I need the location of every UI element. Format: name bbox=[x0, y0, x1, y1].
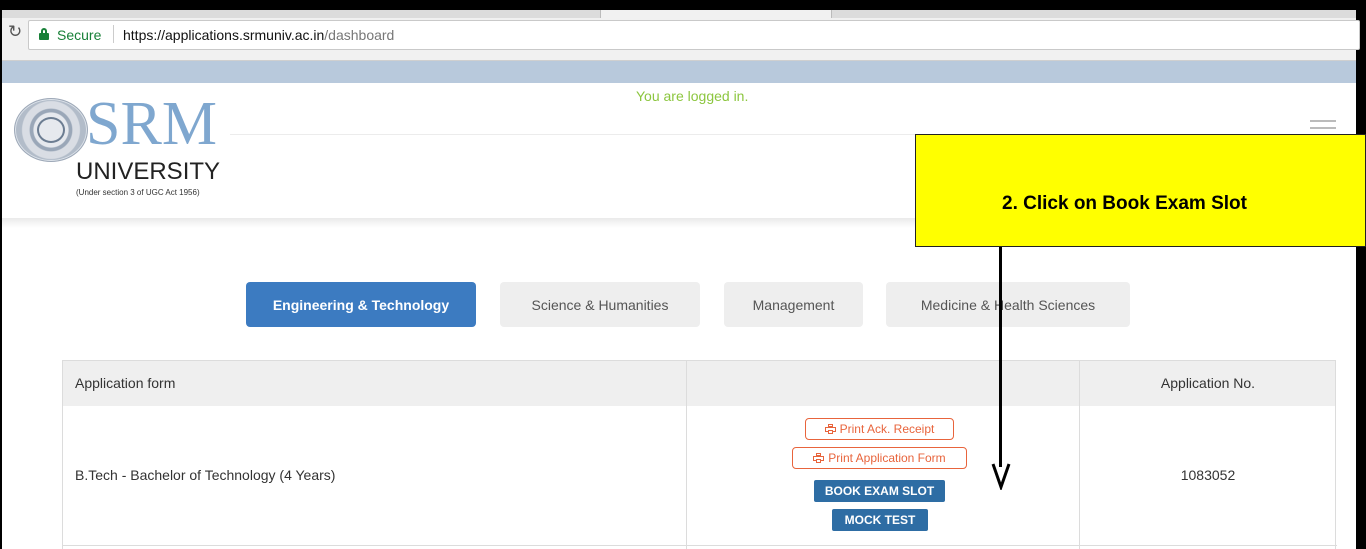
application-number: 1083052 bbox=[1180, 467, 1236, 483]
logo-subtitle: (Under section 3 of UGC Act 1956) bbox=[76, 188, 200, 197]
tab-medicine-health-sciences[interactable]: Medicine & Health Sciences bbox=[886, 282, 1130, 327]
print-ack-receipt-button[interactable]: Print Ack. Receipt bbox=[805, 418, 954, 440]
secure-label: Secure bbox=[57, 27, 102, 43]
tab-strip bbox=[2, 10, 1356, 18]
instruction-callout: 2. Click on Book Exam Slot bbox=[915, 134, 1366, 247]
active-tab[interactable] bbox=[600, 10, 832, 18]
reload-icon[interactable]: ↻ bbox=[8, 22, 22, 42]
book-exam-slot-button[interactable]: BOOK EXAM SLOT bbox=[814, 480, 945, 502]
url-path: /dashboard bbox=[324, 27, 395, 43]
course-name: B.Tech - Bachelor of Technology (4 Years… bbox=[75, 467, 336, 483]
tab-science-humanities[interactable]: Science & Humanities bbox=[500, 282, 700, 327]
annotation-arrow-line bbox=[999, 247, 1002, 467]
logo-university-text: UNIVERSITY bbox=[76, 158, 221, 185]
table-header: Application form Application No. bbox=[62, 360, 1336, 408]
screenshot-frame-right bbox=[1356, 10, 1366, 549]
address-bar[interactable]: Secure https://applications.srmuniv.ac.i… bbox=[28, 20, 1360, 50]
printer-icon bbox=[824, 424, 836, 434]
lock-icon bbox=[39, 28, 49, 40]
tab-management[interactable]: Management bbox=[724, 282, 863, 327]
column-header-application-form: Application form bbox=[75, 375, 176, 391]
logo-srm-text: SRM bbox=[86, 90, 217, 158]
print-application-form-label: Print Application Form bbox=[828, 451, 946, 465]
printer-icon bbox=[813, 453, 825, 463]
column-header-application-no: Application No. bbox=[1160, 375, 1256, 391]
university-seal-logo bbox=[14, 98, 88, 162]
tab-engineering-technology[interactable]: Engineering & Technology bbox=[246, 282, 476, 327]
url-separator bbox=[113, 25, 114, 43]
browser-toolbar: ↻ Secure https://applications.srmuniv.ac… bbox=[2, 10, 1360, 61]
login-status-message: You are logged in. bbox=[636, 88, 749, 104]
table-row: B.Tech - Bachelor of Technology (4 Years… bbox=[62, 406, 1337, 549]
print-application-form-button[interactable]: Print Application Form bbox=[792, 447, 967, 469]
url-host: https://applications.srmuniv.ac.in bbox=[123, 27, 325, 43]
print-ack-receipt-label: Print Ack. Receipt bbox=[839, 422, 935, 436]
url-text[interactable]: https://applications.srmuniv.ac.in/dashb… bbox=[123, 27, 394, 43]
arrow-down-icon bbox=[991, 463, 1011, 490]
mock-test-button[interactable]: MOCK TEST bbox=[832, 509, 928, 531]
instruction-callout-text: 2. Click on Book Exam Slot bbox=[1002, 193, 1247, 214]
screenshot-frame-top bbox=[0, 0, 1366, 10]
site-top-band bbox=[2, 61, 1356, 83]
